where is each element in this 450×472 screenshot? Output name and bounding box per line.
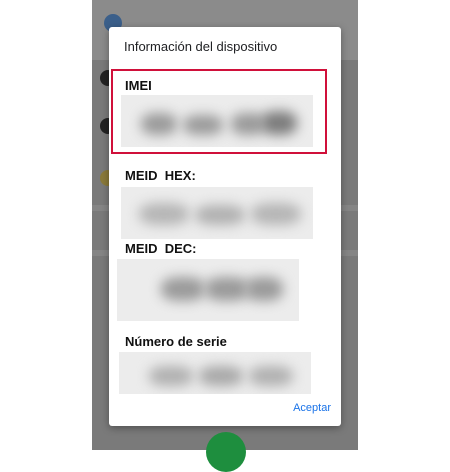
meid-hex-value-redacted (121, 187, 313, 239)
device-info-dialog: Información del dispositivo IMEI MEID HE… (109, 27, 341, 426)
accept-button[interactable]: Aceptar (293, 402, 331, 414)
meid-dec-value-redacted (117, 259, 299, 321)
meid-hex-label: MEID HEX: (125, 168, 196, 183)
serial-number-label: Número de serie (125, 334, 227, 349)
serial-number-value-redacted (119, 352, 311, 394)
dialog-title: Información del dispositivo (124, 39, 278, 54)
imei-highlight-box (111, 69, 327, 154)
background-fab-button (206, 432, 246, 472)
meid-dec-label: MEID DEC: (125, 241, 197, 256)
